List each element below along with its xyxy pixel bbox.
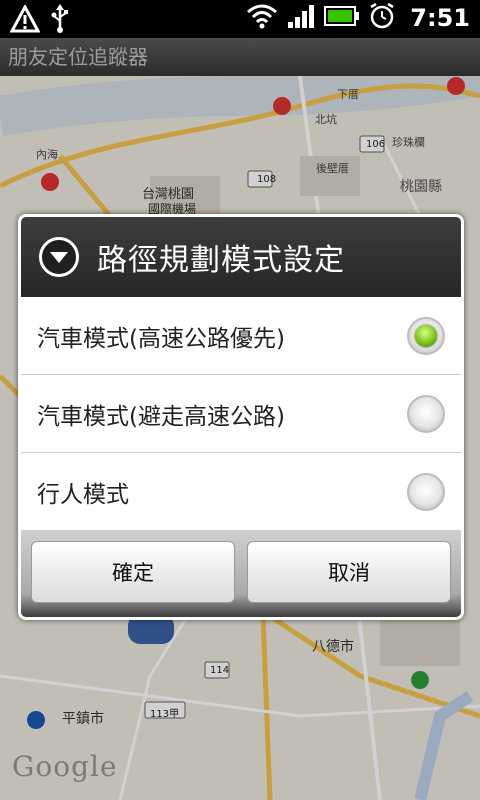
option-car-highway[interactable]: 汽車模式(高速公路優先): [21, 297, 461, 375]
radio-button[interactable]: [407, 394, 445, 433]
status-bar: 7:51: [0, 0, 480, 38]
option-label: 汽車模式(高速公路優先): [37, 325, 285, 352]
usb-icon: [50, 4, 70, 38]
dialog-button-bar: 確定 取消: [21, 531, 461, 617]
wifi-icon: [246, 2, 278, 34]
alert-icon: [9, 3, 41, 37]
google-watermark: Google: [12, 750, 118, 783]
dialog-title: 路徑規劃模式設定: [97, 243, 345, 278]
ok-button[interactable]: 確定: [31, 541, 235, 603]
battery-icon: [324, 5, 360, 31]
signal-icon: [286, 2, 316, 34]
radio-button[interactable]: [407, 472, 445, 511]
chevron-down-icon: [39, 237, 79, 277]
clock: 7:51: [410, 4, 470, 32]
option-label: 汽車模式(避走高速公路): [37, 403, 285, 430]
app-title: 朋友定位追蹤器: [0, 38, 480, 76]
option-car-avoid-highway[interactable]: 汽車模式(避走高速公路): [21, 375, 461, 453]
option-label: 行人模式: [37, 481, 129, 508]
route-mode-dialog: 路徑規劃模式設定 汽車模式(高速公路優先) 汽車模式(避走高速公路) 行人模式 …: [18, 214, 464, 620]
radio-button-selected[interactable]: [407, 316, 445, 355]
alarm-icon: [368, 2, 396, 34]
option-walking[interactable]: 行人模式: [21, 453, 461, 531]
cancel-button[interactable]: 取消: [247, 541, 451, 603]
dialog-header: 路徑規劃模式設定: [21, 217, 461, 297]
